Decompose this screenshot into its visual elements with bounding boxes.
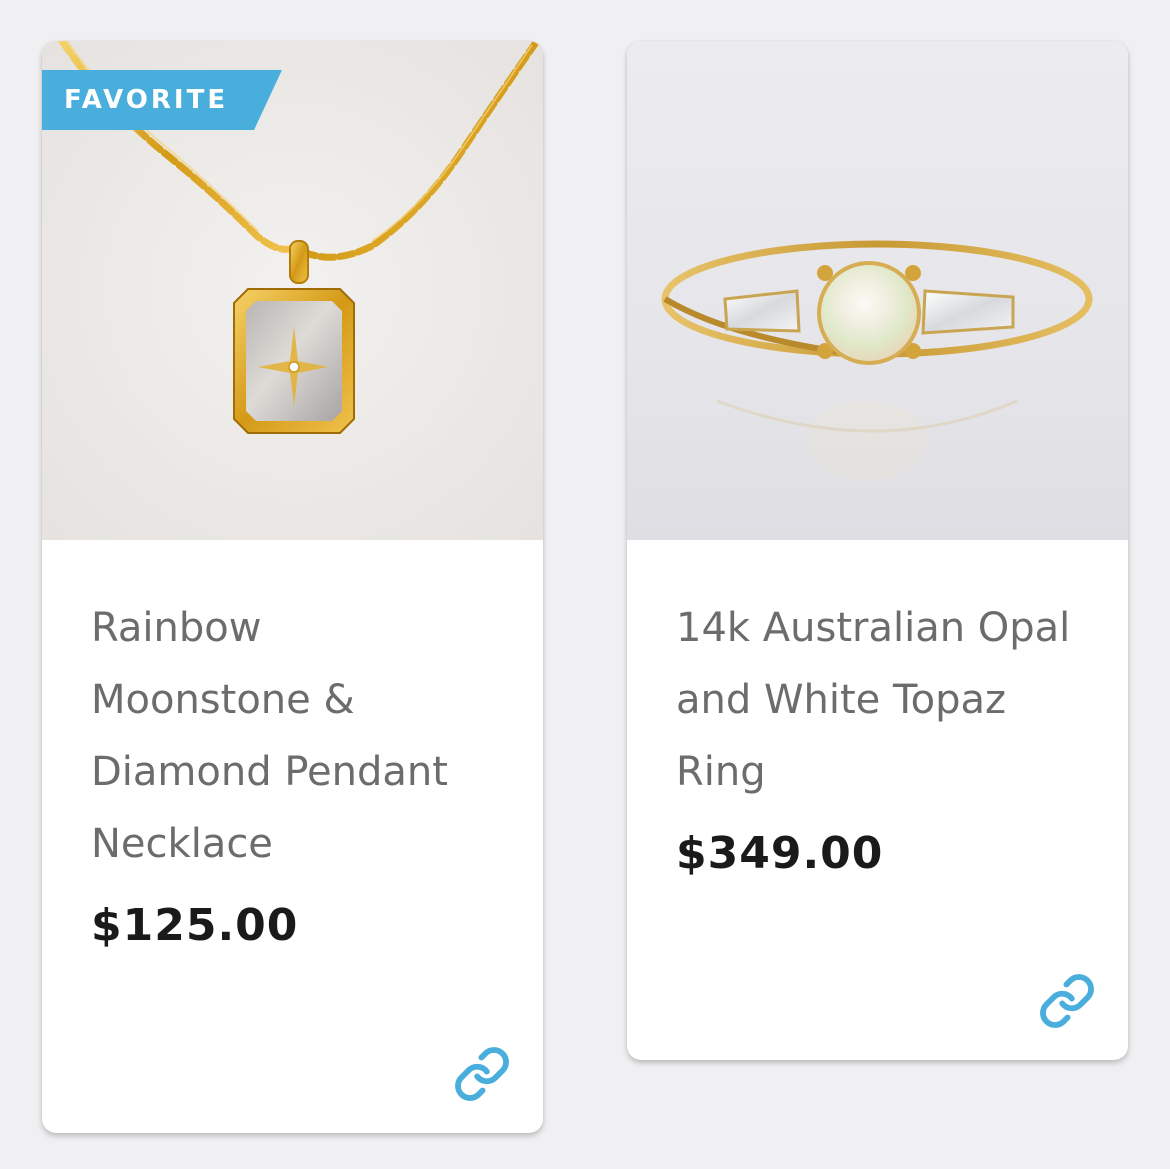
ring-photo [627, 41, 1128, 540]
favorite-badge: FAVORITE [42, 70, 282, 130]
product-title[interactable]: 14k Australian Opal and White Topaz Ring [676, 592, 1076, 808]
product-card-necklace[interactable]: FAVORITE Rainbow Moonstone & Diamond Pen… [42, 41, 543, 1133]
product-image-ring[interactable] [627, 41, 1128, 540]
product-price: $349.00 [676, 828, 884, 879]
product-price: $125.00 [91, 900, 299, 951]
product-card-ring[interactable]: 14k Australian Opal and White Topaz Ring… [627, 41, 1128, 1060]
product-image-necklace[interactable]: FAVORITE [42, 41, 543, 540]
link-icon[interactable] [453, 1045, 511, 1103]
product-title[interactable]: Rainbow Moonstone & Diamond Pendant Neck… [91, 592, 491, 880]
favorite-badge-label: FAVORITE [64, 85, 229, 115]
link-icon[interactable] [1038, 972, 1096, 1030]
product-info-ring: 14k Australian Opal and White Topaz Ring… [627, 540, 1128, 879]
product-info-necklace: Rainbow Moonstone & Diamond Pendant Neck… [42, 540, 543, 951]
